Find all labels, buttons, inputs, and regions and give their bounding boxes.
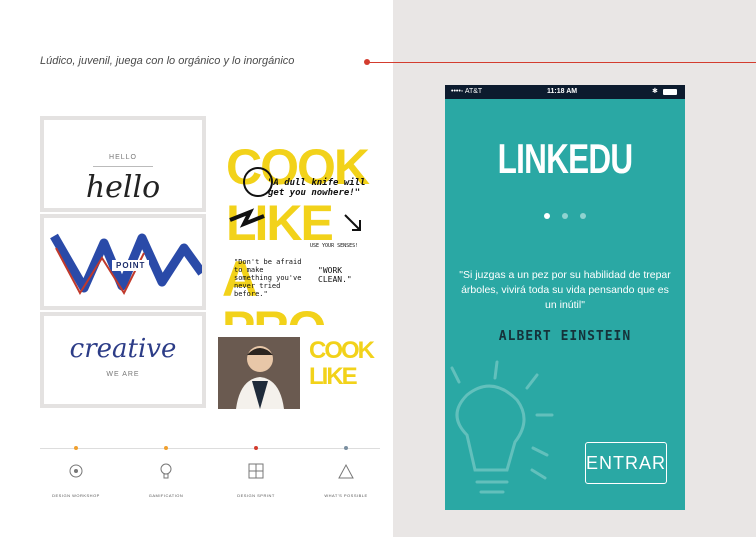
onboarding-pager[interactable] (445, 206, 685, 224)
cook-like-a-pro-poster: COOK LIKE A PRO. "A dull knife will get … (220, 120, 380, 325)
step-label: DESIGN WORKSHOP (52, 493, 100, 498)
step-dot (344, 446, 348, 450)
enter-button[interactable]: ENTRAR (585, 442, 667, 484)
step-label: WHAT'S POSSIBLE (324, 493, 368, 498)
step-item: WHAT'S POSSIBLE (314, 446, 378, 498)
step-item: DESIGN SPRINT (224, 446, 288, 498)
gear-icon (69, 464, 83, 478)
chef-photo (218, 337, 300, 409)
grid-icon (248, 463, 264, 479)
lightbulb-icon (450, 360, 554, 494)
poster-doodles (229, 167, 361, 231)
pager-dot[interactable] (580, 213, 586, 219)
tile-script-text: creative (69, 334, 177, 364)
step-dot (74, 446, 78, 450)
poster-word: COOK (309, 337, 375, 364)
carrier-text: ••••◦ AT&T (451, 88, 483, 95)
tile-small-text: HELLO (109, 154, 137, 161)
pager-dot[interactable] (562, 213, 568, 219)
divider (93, 166, 153, 167)
step-dot (254, 446, 258, 450)
moodboard-tile-point: POINT (44, 218, 202, 306)
quote-author: ALBERT EINSTEIN (498, 329, 632, 344)
pager-dot-active[interactable] (544, 213, 550, 219)
chef-illustration (218, 337, 300, 409)
status-time: 11:18 AM (547, 88, 578, 95)
tile-badge: POINT (112, 260, 150, 271)
moodboard-tile-creative: creative WE ARE (44, 316, 202, 404)
poster-thumbnail: COOK LIKE (305, 337, 383, 409)
caption-text: Lúdico, juvenil, juega con lo orgánico y… (40, 55, 295, 67)
bluetooth-icon: ✱ (652, 88, 658, 95)
poster-word: LIKE (309, 363, 358, 390)
caption-line (367, 62, 756, 63)
lightbulb-icon (160, 463, 172, 479)
step-item: DESIGN WORKSHOP (44, 446, 108, 498)
battery-icon (663, 89, 677, 95)
tile-script-text: hello (85, 170, 161, 205)
phone-mockup: ••••◦ AT&T 11:18 AM ✱ LINKEDU "Si juzgas… (445, 85, 685, 510)
app-logo: LINKEDU (497, 135, 634, 182)
step-item: GAMIFICATION (134, 446, 198, 498)
moodboard-tile-hello: HELLO hello (44, 120, 202, 208)
status-bar: ••••◦ AT&T 11:18 AM ✱ (445, 85, 685, 99)
building-icon (338, 463, 354, 479)
step-label: DESIGN SPRINT (237, 493, 275, 498)
process-steps: DESIGN WORKSHOP GAMIFICATION DESIGN SPRI… (40, 446, 380, 508)
step-dot (164, 446, 168, 450)
quote-text: "Si juzgas a un pez por su habilidad de … (459, 269, 671, 311)
tile-small-text: WE ARE (106, 371, 140, 378)
step-label: GAMIFICATION (148, 493, 184, 498)
